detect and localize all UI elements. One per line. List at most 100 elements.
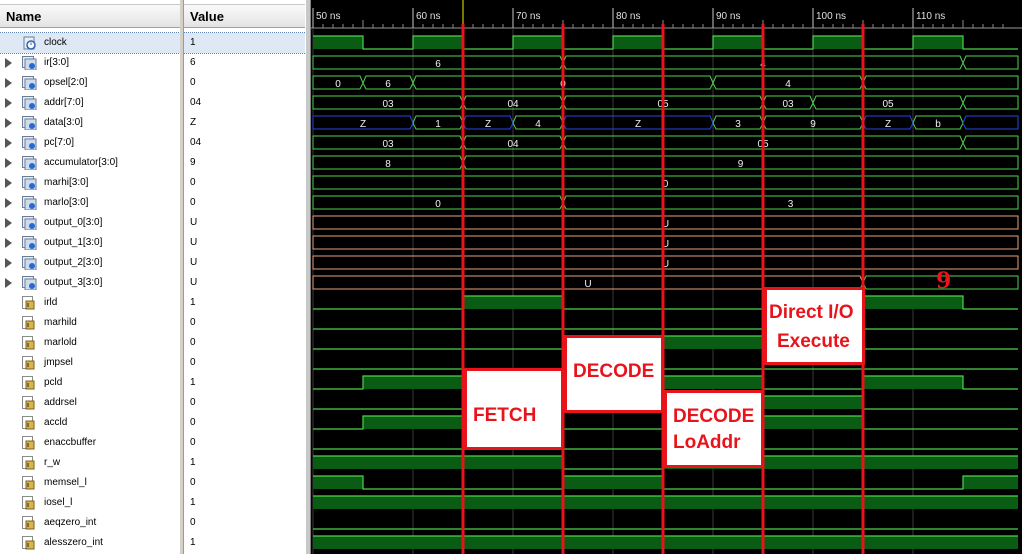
expand-arrow-icon[interactable] [5,138,12,148]
signal-value: 0 [190,197,196,208]
signal-row-accld[interactable]: accld [0,413,180,433]
signal-name: output_0[3:0] [44,217,103,228]
signal-value-marlold[interactable]: 0 [184,333,306,353]
signal-row-output-1-3-0[interactable]: output_1[3:0] [0,233,180,253]
expand-arrow-icon[interactable] [5,218,12,228]
ruler-tick-label: 80 ns [616,11,640,22]
signal-row-memsel-l[interactable]: memsel_l [0,473,180,493]
signal-value-aeqzero-int[interactable]: 0 [184,513,306,533]
signal-value-r-w[interactable]: 1 [184,453,306,473]
signal-name: pcld [44,377,63,388]
signal-value: 1 [190,457,196,468]
signal-value-data-3-0[interactable]: Z [184,113,306,133]
signal-value-accumulator-3-0[interactable]: 9 [184,153,306,173]
signal-value: 1 [190,537,196,548]
signal-row-aeqzero-int[interactable]: aeqzero_int [0,513,180,533]
signal-value-pcld[interactable]: 1 [184,373,306,393]
signal-value-ir-3-0[interactable]: 6 [184,53,306,73]
signal-value-iosel-l[interactable]: 1 [184,493,306,513]
ruler-tick-label: 60 ns [416,11,440,22]
value-column-header[interactable]: Value [184,4,306,28]
signal-value-output-3-3-0[interactable]: U [184,273,306,293]
bit-high-fill [313,36,363,49]
signal-row-pcld[interactable]: pcld [0,373,180,393]
signal-value: 6 [190,57,196,68]
signal-name: aeqzero_int [44,517,97,528]
signal-value-output-0-3-0[interactable]: U [184,213,306,233]
signal-row-irld[interactable]: irld [0,293,180,313]
signal-row-output-2-3-0[interactable]: output_2[3:0] [0,253,180,273]
signal-value-irld[interactable]: 1 [184,293,306,313]
signal-name: irld [44,297,58,308]
bus-signal-icon [22,156,37,171]
bus-value-label: Z [885,119,891,130]
signal-row-jmpsel[interactable]: jmpsel [0,353,180,373]
signal-row-marhild[interactable]: marhild [0,313,180,333]
signal-value-addrsel[interactable]: 0 [184,393,306,413]
signal-value-output-2-3-0[interactable]: U [184,253,306,273]
value-pane: Value 1 6 0 04 Z 04 9 0 0 U U U U 1 0 0 0 1 0 0 0 1 0 1 0 1 [183,0,307,554]
signal-row-pc-7-0[interactable]: pc[7:0] [0,133,180,153]
expand-arrow-icon[interactable] [5,178,12,188]
signal-row-opsel-2-0[interactable]: opsel[2:0] [0,73,180,93]
expand-arrow-icon[interactable] [5,78,12,88]
expand-arrow-icon[interactable] [5,258,12,268]
signal-row-accumulator-3-0[interactable]: accumulator[3:0] [0,153,180,173]
signal-value-jmpsel[interactable]: 0 [184,353,306,373]
signal-row-addr-7-0[interactable]: addr[7:0] [0,93,180,113]
bus-value-label: 6 [435,59,441,70]
name-column-header[interactable]: Name [0,4,180,28]
bus-signal-icon [22,116,37,131]
signal-row-marlo-3-0[interactable]: marlo[3:0] [0,193,180,213]
signal-row-ir-3-0[interactable]: ir[3:0] [0,53,180,73]
signal-row-iosel-l[interactable]: iosel_l [0,493,180,513]
signal-value-opsel-2-0[interactable]: 0 [184,73,306,93]
bus-value-label: 9 [810,119,816,130]
bus-value-label: Z [360,119,366,130]
bus-value-label: 1 [435,119,441,130]
waveform-canvas[interactable]: 50 ns 60 ns 70 ns 80 ns 90 ns 100 ns 110 ns 6 4 0… [311,0,1022,554]
expand-arrow-icon[interactable] [5,278,12,288]
signal-row-output-3-3-0[interactable]: output_3[3:0] [0,273,180,293]
bus-value-label: 03 [382,139,394,150]
signal-value-marhild[interactable]: 0 [184,313,306,333]
signal-value-clock[interactable]: 1 [184,32,306,54]
waveform-svg[interactable]: 50 ns 60 ns 70 ns 80 ns 90 ns 100 ns 110 ns 6 4 0… [311,0,1022,554]
expand-arrow-icon[interactable] [5,118,12,128]
signal-value-accld[interactable]: 0 [184,413,306,433]
signal-value-marhi-3-0[interactable]: 0 [184,173,306,193]
logic-signal-icon [22,376,36,390]
bus-value-label: 05 [882,99,894,110]
signal-row-marhi-3-0[interactable]: marhi[3:0] [0,173,180,193]
expand-arrow-icon[interactable] [5,198,12,208]
logic-signal-icon [22,436,36,450]
signal-value-alesszero-int[interactable]: 1 [184,533,306,553]
signal-value: U [190,217,198,228]
signal-value-output-1-3-0[interactable]: U [184,233,306,253]
signal-row-data-3-0[interactable]: data[3:0] [0,113,180,133]
signal-row-addrsel[interactable]: addrsel [0,393,180,413]
signal-value: 0 [190,337,196,348]
signal-row-marlold[interactable]: marlold [0,333,180,353]
signal-row-output-0-3-0[interactable]: output_0[3:0] [0,213,180,233]
signal-row-r-w[interactable]: r_w [0,453,180,473]
signal-value-marlo-3-0[interactable]: 0 [184,193,306,213]
signal-row-clock[interactable]: clock [0,32,180,54]
bus-value-label: b [935,119,941,130]
signal-row-alesszero-int[interactable]: alesszero_int [0,533,180,553]
expand-arrow-icon[interactable] [5,238,12,248]
signal-value-enaccbuffer[interactable]: 0 [184,433,306,453]
signal-value-memsel-l[interactable]: 0 [184,473,306,493]
direct-io-line2: Execute [777,331,850,352]
signal-value-pc-7-0[interactable]: 04 [184,133,306,153]
expand-arrow-icon[interactable] [5,58,12,68]
bus-signal-icon [22,216,37,231]
signal-name: ir[3:0] [44,57,70,68]
bus-value-label: Z [635,119,641,130]
signal-name: pc[7:0] [44,137,75,148]
signal-value: 0 [190,417,196,428]
signal-value-addr-7-0[interactable]: 04 [184,93,306,113]
expand-arrow-icon[interactable] [5,98,12,108]
signal-row-enaccbuffer[interactable]: enaccbuffer [0,433,180,453]
expand-arrow-icon[interactable] [5,158,12,168]
